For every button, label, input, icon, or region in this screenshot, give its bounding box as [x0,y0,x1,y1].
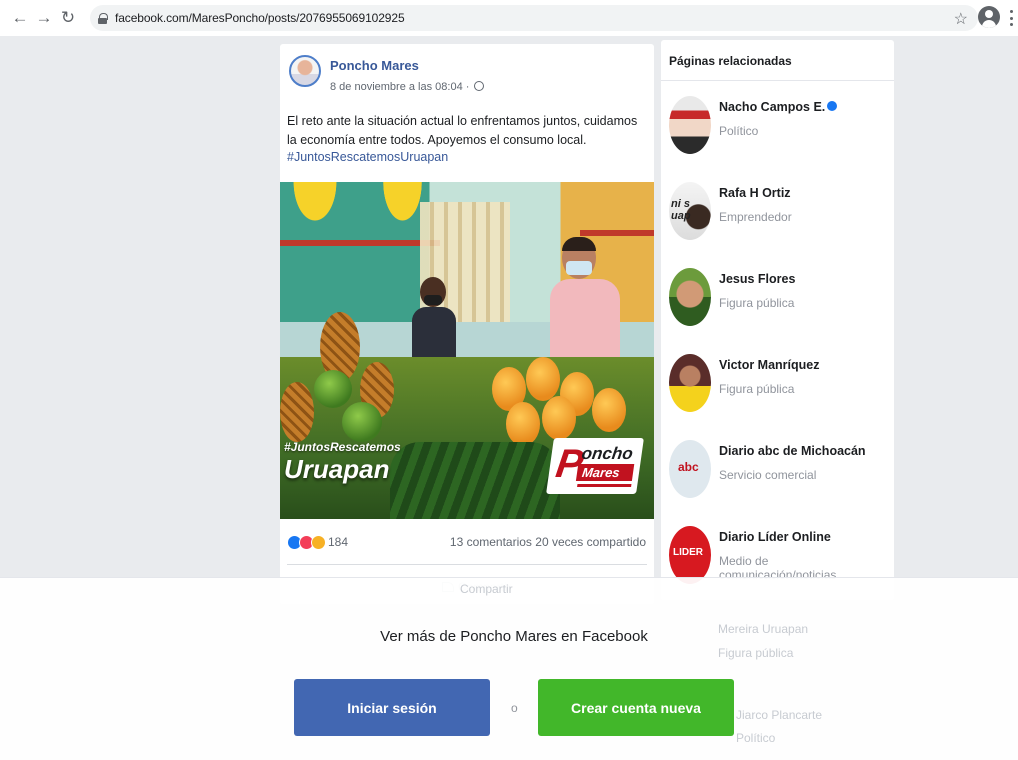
photo-hashtag-overlay: #JuntosRescatemos [284,440,401,454]
reaction-icons[interactable] [287,535,326,550]
photo-papaya [526,357,560,401]
page-name[interactable]: Jesus Flores [719,272,795,286]
comments-shares-count[interactable]: 13 comentarios 20 veces compartido [450,535,646,549]
faded-share-label: Compartir [460,582,513,596]
photo-papaya [506,402,540,446]
page-avatar[interactable]: LIDER [669,526,711,584]
related-page-item[interactable]: Victor Manríquez Figura pública [669,354,889,414]
or-separator: o [511,701,518,715]
page-name[interactable]: Rafa H Ortiz [719,186,791,200]
photo-melon [314,370,352,408]
logo-line2: Mares [575,464,635,481]
page-avatar[interactable]: ni s uap [669,182,711,240]
photo-bananas [290,182,340,227]
page-avatar[interactable] [669,354,711,412]
page-avatar[interactable] [669,268,711,326]
post-date-text[interactable]: 8 de noviembre a las 08:04 · [330,81,469,93]
photo-papaya [542,396,576,440]
star-icon[interactable]: ☆ [954,9,968,29]
related-page-item[interactable]: ni s uap Rafa H Ortiz Emprendedor [669,182,889,242]
related-page-item[interactable]: Jesus Flores Figura pública [669,268,889,328]
post-stats: 184 13 comentarios 20 veces compartido [280,532,654,556]
post-photo[interactable]: #JuntosRescatemos Uruapan P oncho Mares [280,182,654,519]
page-name[interactable]: Diario Líder Online [719,530,831,544]
lock-icon [98,12,108,24]
menu-icon[interactable] [1010,10,1014,26]
related-pages-divider [661,80,894,81]
url-text[interactable]: facebook.com/MaresPoncho/posts/207695506… [115,11,405,25]
page-avatar-text: abc [678,460,699,474]
photo-shelf [280,240,440,246]
forward-arrow-icon[interactable]: → [32,6,56,30]
photo-cucumbers [390,442,560,519]
photo-shelf [580,230,654,236]
page-category: Figura pública [719,382,795,396]
related-pages-title: Páginas relacionadas [669,54,792,68]
login-prompt-overlay: Compartir Mereira Uruapan Figura pública… [0,577,1018,760]
post-header: Poncho Mares 8 de noviembre a las 08:04 … [280,44,654,106]
faded-page-category: Figura pública [718,646,794,660]
verified-icon [827,101,838,111]
photo-customer [550,237,620,379]
related-pages-panel: Páginas relacionadas Nacho Campos E. Pol… [661,40,894,600]
page-name[interactable]: Victor Manríquez [719,358,819,372]
logo-line1: oncho [580,444,635,463]
related-page-item[interactable]: Nacho Campos E. Político [669,96,889,156]
page-category: Político [719,124,759,138]
hashtag-link[interactable]: #JuntosRescatemosUruapan [287,150,448,164]
page-name[interactable]: Diario abc de Michoacán [719,444,866,458]
page-avatar[interactable]: abc [669,440,711,498]
photo-melon [342,402,382,442]
profile-icon[interactable] [978,6,1000,28]
photo-papaya [592,388,626,432]
photo-bananas [380,182,425,227]
post-divider [287,564,647,565]
faded-page-name: Jiarco Plancarte [736,708,823,722]
poncho-mares-logo: P oncho Mares [546,438,644,494]
create-account-button[interactable]: Crear cuenta nueva [538,679,734,736]
post-date[interactable]: 8 de noviembre a las 08:04 · [330,81,485,93]
page-category: Emprendedor [719,210,792,224]
photo-pineapple [280,382,314,442]
haha-reaction-icon [311,535,326,550]
logo-underline [577,484,632,487]
author-name[interactable]: Poncho Mares [330,58,419,73]
photo-city-overlay: Uruapan [284,454,390,484]
post-text: El reto ante la situación actual lo enfr… [287,114,638,147]
login-prompt-title: Ver más de Poncho Mares en Facebook [380,628,648,645]
page-category: Figura pública [719,296,795,310]
page-avatar-text: LIDER [673,547,703,558]
address-bar[interactable]: facebook.com/MaresPoncho/posts/207695506… [90,5,978,31]
page-name[interactable]: Nacho Campos E. [719,100,838,114]
globe-icon [474,81,485,91]
page-category: Servicio comercial [719,468,817,482]
post-card: Poncho Mares 8 de noviembre a las 08:04 … [280,44,654,604]
login-button[interactable]: Iniciar sesión [294,679,490,736]
faded-page-category: Político [736,731,776,745]
reload-icon[interactable]: ↻ [56,6,80,30]
reaction-count[interactable]: 184 [328,535,348,549]
related-page-item[interactable]: abc Diario abc de Michoacán Servicio com… [669,440,889,500]
browser-toolbar: ← → ↻ facebook.com/MaresPoncho/posts/207… [0,0,1018,36]
page-avatar-text: ni s uap [671,198,691,222]
page-avatar[interactable] [669,96,711,154]
back-arrow-icon[interactable]: ← [8,6,32,30]
author-avatar[interactable] [289,55,321,87]
